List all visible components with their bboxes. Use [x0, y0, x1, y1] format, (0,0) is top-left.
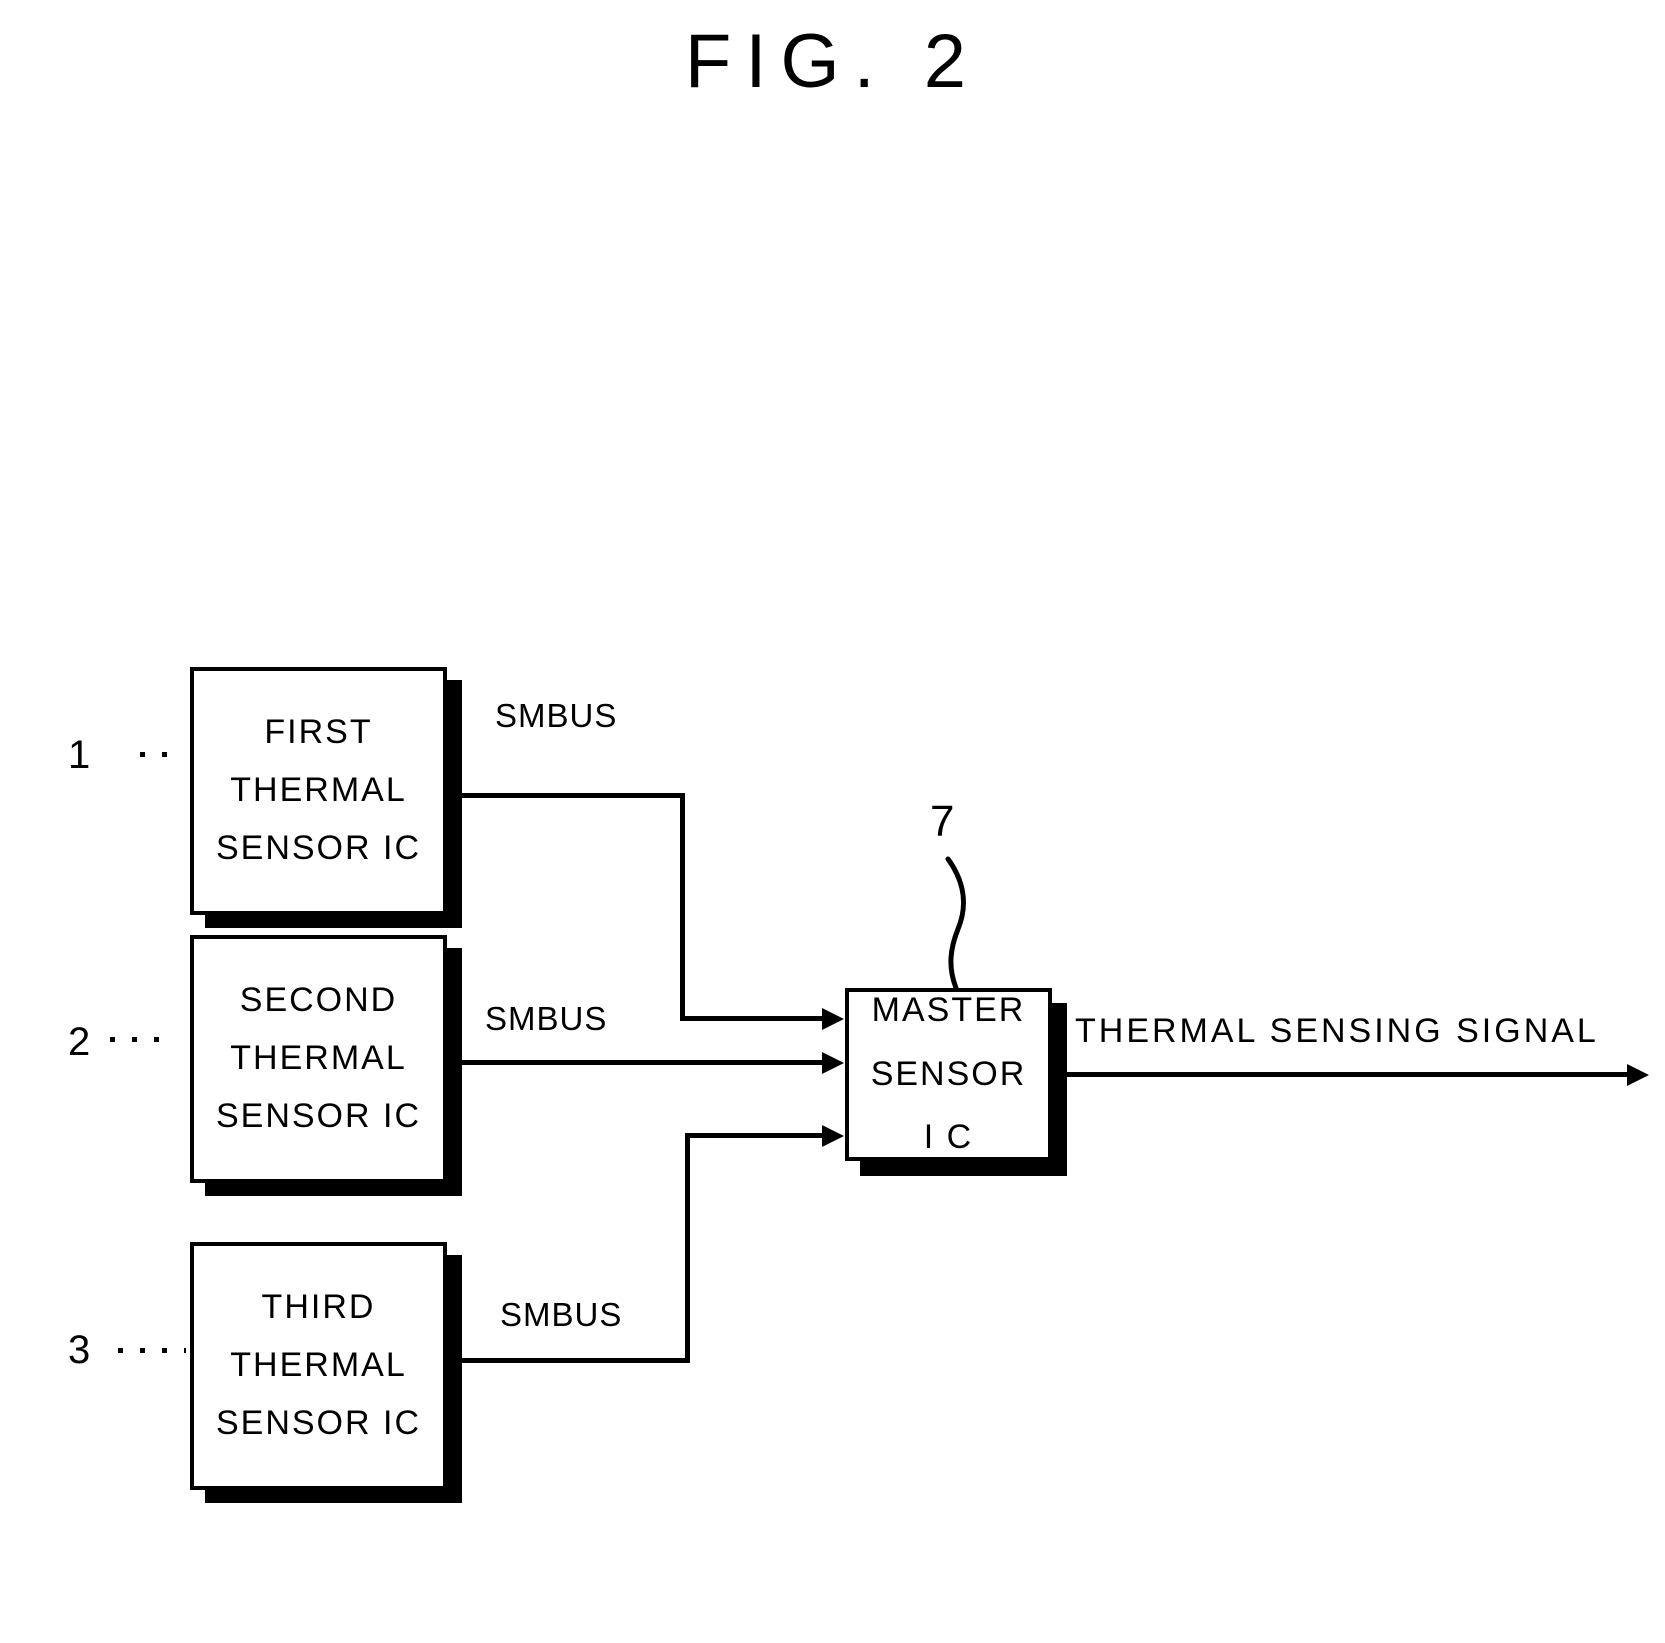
smbus-1-segment-vertical [680, 793, 685, 1021]
leader-dots-2 [110, 1037, 172, 1042]
leader-dots-3 [118, 1348, 186, 1353]
smbus-1-arrowhead [822, 1008, 844, 1030]
master-line-1: MASTER [871, 990, 1026, 1029]
smbus-3-segment-vertical [685, 1133, 690, 1361]
smbus-3-segment-horizontal-out [453, 1358, 690, 1363]
thermal-sensing-signal-label: THERMAL SENSING SIGNAL [1075, 1012, 1599, 1050]
smbus-2-label: SMBUS [485, 1000, 608, 1037]
master-line-3: I C [923, 1118, 974, 1157]
second-sensor-line-3: SENSOR IC [215, 1096, 422, 1135]
second-sensor-line-2: THERMAL [230, 1039, 407, 1078]
third-sensor-line-2: THERMAL [230, 1346, 407, 1385]
reference-numeral-7: 7 [930, 797, 955, 846]
master-line-2: SENSOR [870, 1054, 1027, 1093]
third-thermal-sensor-ic-block[interactable]: THIRD THERMAL SENSOR IC [190, 1242, 447, 1490]
leader-line-7 [945, 856, 966, 991]
second-sensor-line-1: SECOND [239, 981, 398, 1020]
thermal-sensing-signal-wire [1055, 1072, 1633, 1077]
leader-dots-1 [140, 752, 170, 757]
reference-numeral-2: 2 [68, 1020, 91, 1064]
reference-numeral-1: 1 [68, 733, 91, 777]
first-thermal-sensor-ic-block[interactable]: FIRST THERMAL SENSOR IC [190, 667, 447, 915]
thermal-sensing-signal-arrowhead [1627, 1064, 1649, 1086]
reference-numeral-3: 3 [68, 1328, 91, 1372]
second-thermal-sensor-ic-block[interactable]: SECOND THERMAL SENSOR IC [190, 935, 447, 1183]
smbus-3-label: SMBUS [500, 1296, 623, 1333]
first-sensor-line-3: SENSOR IC [215, 828, 422, 867]
smbus-1-label: SMBUS [495, 697, 618, 734]
first-sensor-line-2: THERMAL [230, 771, 407, 810]
third-sensor-line-3: SENSOR IC [215, 1403, 422, 1442]
first-sensor-line-1: FIRST [264, 713, 373, 752]
master-sensor-ic-block[interactable]: MASTER SENSOR I C [845, 988, 1052, 1161]
figure-canvas: FIG. 2 FIRST THERMAL SENSOR IC 1 SECOND … [0, 0, 1665, 1643]
third-sensor-line-1: THIRD [261, 1288, 376, 1327]
figure-title: FIG. 2 [684, 19, 981, 104]
smbus-1-segment-horizontal-out [453, 793, 685, 798]
smbus-3-arrowhead [822, 1125, 844, 1147]
smbus-1-segment-horizontal-in [680, 1016, 828, 1021]
smbus-2-arrowhead [822, 1052, 844, 1074]
smbus-3-segment-horizontal-in [685, 1133, 828, 1138]
smbus-2-segment-horizontal [453, 1060, 828, 1065]
